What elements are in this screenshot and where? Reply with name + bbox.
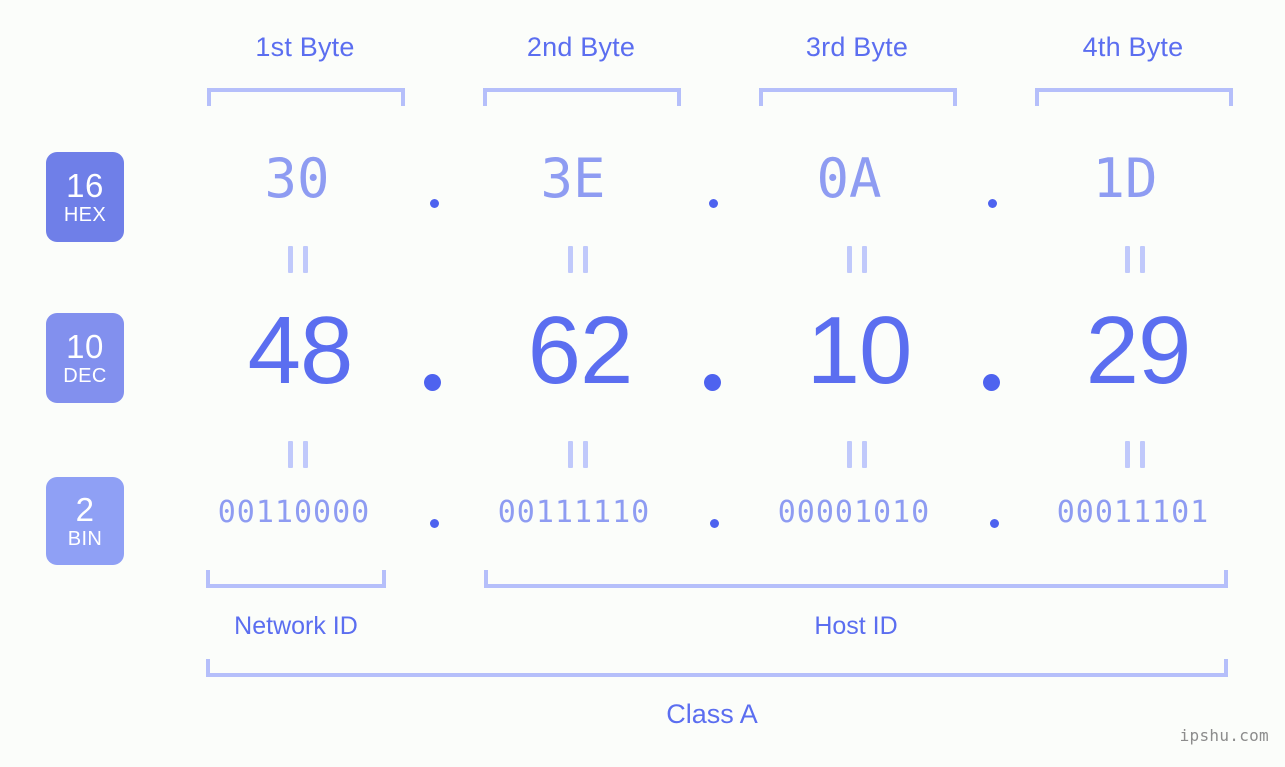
- network-id-bracket: [206, 570, 386, 588]
- equals-icon-hex-dec-1: [288, 246, 308, 273]
- class-bracket: [206, 659, 1228, 677]
- network-id-label: Network ID: [234, 612, 358, 640]
- base-badge-hex-abbr: HEX: [63, 204, 107, 226]
- base-badge-bin: 2 BIN: [46, 477, 124, 565]
- dec-separator-dot-3: [983, 374, 1000, 391]
- bin-separator-dot-1: [430, 519, 439, 528]
- byte-header-3: 3rd Byte: [805, 32, 909, 62]
- equals-icon-hex-dec-2: [568, 246, 588, 273]
- equals-icon-dec-bin-4: [1125, 441, 1145, 468]
- hex-value-1: 30: [264, 147, 330, 210]
- base-badge-hex-number: 16: [66, 167, 104, 204]
- byte-bracket-3: [759, 88, 957, 106]
- hex-separator-dot-2: [709, 199, 718, 208]
- base-badge-dec-number: 10: [66, 328, 104, 365]
- hex-value-4: 1D: [1092, 147, 1158, 210]
- base-badge-bin-abbr: BIN: [67, 528, 103, 550]
- base-badge-hex: 16 HEX: [46, 152, 124, 242]
- hex-separator-dot-1: [430, 199, 439, 208]
- byte-bracket-2: [483, 88, 681, 106]
- class-label: Class A: [666, 699, 758, 729]
- bin-value-3: 00001010: [777, 495, 931, 530]
- base-badge-dec: 10 DEC: [46, 313, 124, 403]
- byte-header-4: 4th Byte: [1082, 32, 1184, 62]
- bin-separator-dot-3: [990, 519, 999, 528]
- equals-icon-dec-bin-1: [288, 441, 308, 468]
- hex-value-3: 0A: [816, 147, 882, 210]
- site-watermark: ipshu.com: [1179, 726, 1269, 745]
- ip-address-breakdown-diagram: 1st Byte 2nd Byte 3rd Byte 4th Byte 16 H…: [0, 0, 1285, 767]
- bin-value-4: 00011101: [1056, 495, 1210, 530]
- byte-header-2: 2nd Byte: [526, 32, 636, 62]
- byte-header-1: 1st Byte: [255, 32, 355, 62]
- base-badge-dec-abbr: DEC: [63, 365, 107, 387]
- equals-icon-hex-dec-4: [1125, 246, 1145, 273]
- host-id-label: Host ID: [814, 612, 898, 640]
- equals-icon-dec-bin-2: [568, 441, 588, 468]
- equals-icon-hex-dec-3: [847, 246, 867, 273]
- dec-value-1: 48: [247, 297, 354, 404]
- host-id-bracket: [484, 570, 1228, 588]
- bin-separator-dot-2: [710, 519, 719, 528]
- dec-separator-dot-1: [424, 374, 441, 391]
- dec-value-4: 29: [1085, 297, 1192, 404]
- dec-value-3: 10: [806, 297, 913, 404]
- byte-bracket-1: [207, 88, 405, 106]
- equals-icon-dec-bin-3: [847, 441, 867, 468]
- dec-separator-dot-2: [704, 374, 721, 391]
- base-badge-bin-number: 2: [75, 491, 95, 528]
- bin-value-1: 00110000: [217, 495, 371, 530]
- hex-separator-dot-3: [988, 199, 997, 208]
- byte-bracket-4: [1035, 88, 1233, 106]
- hex-value-2: 3E: [540, 147, 606, 210]
- dec-value-2: 62: [527, 297, 634, 404]
- bin-value-2: 00111110: [497, 495, 651, 530]
